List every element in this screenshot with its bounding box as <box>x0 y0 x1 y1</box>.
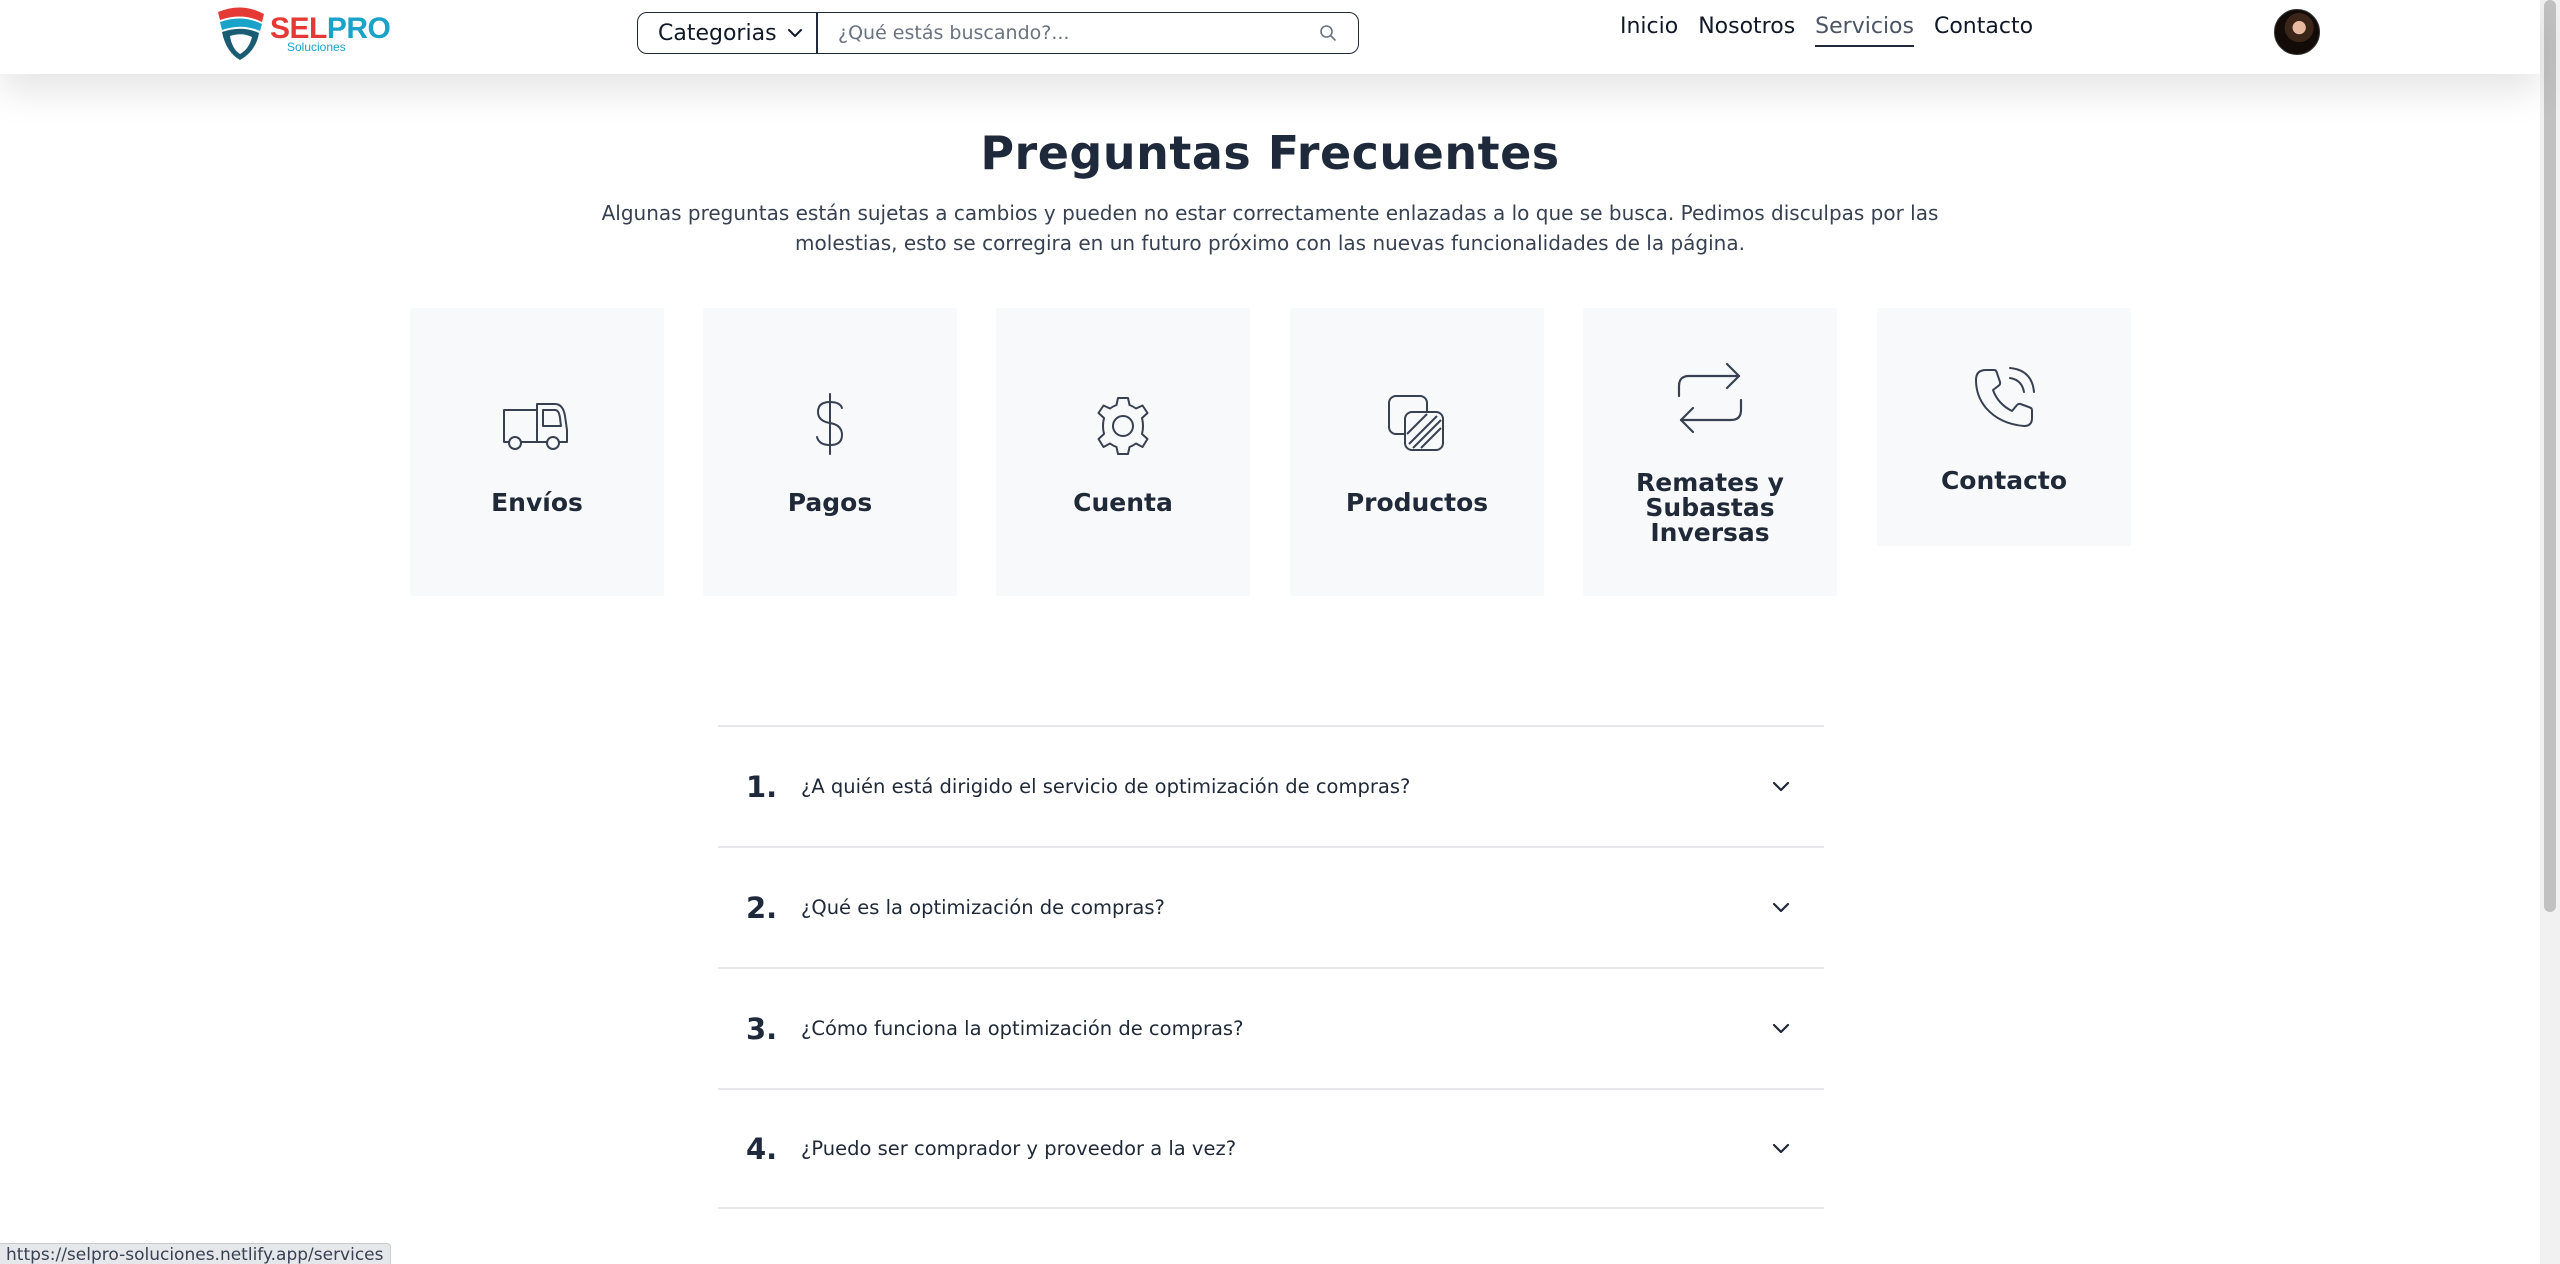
faq-accordion: 1. ¿A quién está dirigido el servicio de… <box>718 725 1824 1209</box>
category-label-contacto: Contacto <box>1940 466 2068 495</box>
chevron-down-icon[interactable] <box>1772 781 1790 793</box>
nav-inicio[interactable]: Inicio <box>1620 14 1678 47</box>
category-label-cuenta: Cuenta <box>1073 488 1173 517</box>
category-label-productos: Productos <box>1345 488 1489 517</box>
search-icon[interactable] <box>1308 24 1348 42</box>
faq-number: 3. <box>746 1011 778 1046</box>
categories-dropdown[interactable]: Categorias <box>638 13 818 53</box>
nav-nosotros[interactable]: Nosotros <box>1698 14 1795 47</box>
faq-item[interactable]: 4. ¿Puedo ser comprador y proveedor a la… <box>718 1088 1824 1209</box>
faq-item[interactable]: 3. ¿Cómo funciona la optimización de com… <box>718 967 1824 1088</box>
category-card-cuenta[interactable]: Cuenta <box>996 308 1250 596</box>
search-input[interactable] <box>818 13 1308 53</box>
category-label-remates: Remates y Subastas Inversas <box>1636 468 1784 547</box>
truck-icon <box>503 403 568 450</box>
category-card-productos[interactable]: Productos <box>1290 308 1544 596</box>
user-avatar[interactable] <box>2274 9 2320 55</box>
faq-number: 2. <box>746 890 778 925</box>
faq-item[interactable]: 2. ¿Qué es la optimización de compras? <box>718 846 1824 967</box>
search-bar: Categorias <box>637 12 1359 54</box>
nav-servicios[interactable]: Servicios <box>1815 14 1914 47</box>
shield-logo-icon <box>218 7 264 60</box>
gear-icon <box>1097 397 1149 455</box>
dollar-icon <box>816 393 844 455</box>
page-subtitle: Algunas preguntas están sujetas a cambio… <box>601 201 1939 255</box>
page-title: Preguntas Frecuentes <box>980 126 1560 180</box>
category-card-contacto[interactable]: Contacto <box>1877 308 2131 546</box>
faq-categories: Envíos Pagos Cuenta Productos Remates y … <box>410 308 2131 598</box>
faq-question: ¿Cómo funciona la optimización de compra… <box>801 1017 1244 1040</box>
faq-question: ¿A quién está dirigido el servicio de op… <box>801 775 1411 798</box>
page-scrollbar[interactable] <box>2540 0 2560 1264</box>
chevron-down-icon <box>787 29 802 37</box>
faq-question: ¿Qué es la optimización de compras? <box>801 896 1165 919</box>
nav-contacto[interactable]: Contacto <box>1934 14 2033 47</box>
category-card-pagos[interactable]: Pagos <box>703 308 957 596</box>
layers-icon <box>1388 395 1444 451</box>
category-label-pagos: Pagos <box>787 488 873 517</box>
category-label-envios: Envíos <box>491 488 583 517</box>
scrollbar-thumb[interactable] <box>2544 0 2556 912</box>
status-bar-url: https://selpro-soluciones.netlify.app/se… <box>0 1243 391 1264</box>
faq-question: ¿Puedo ser comprador y proveedor a la ve… <box>801 1137 1237 1160</box>
chevron-down-icon[interactable] <box>1772 1023 1790 1035</box>
phone-call-icon <box>1975 367 2035 427</box>
logo-tagline: Soluciones <box>287 40 346 54</box>
main-nav: Inicio Nosotros Servicios Contacto <box>1620 14 2033 47</box>
categories-label: Categorias <box>658 20 777 46</box>
category-card-envios[interactable]: Envíos <box>410 308 664 596</box>
chevron-down-icon[interactable] <box>1772 1143 1790 1155</box>
faq-number: 1. <box>746 769 778 804</box>
top-header: SELPRO Soluciones Categorias Inicio Noso… <box>0 0 2540 74</box>
faq-item[interactable]: 1. ¿A quién está dirigido el servicio de… <box>718 725 1824 846</box>
category-card-remates[interactable]: Remates y Subastas Inversas <box>1583 308 1837 596</box>
arrows-swap-icon <box>1677 362 1743 434</box>
faq-number: 4. <box>746 1131 778 1166</box>
chevron-down-icon[interactable] <box>1772 902 1790 914</box>
